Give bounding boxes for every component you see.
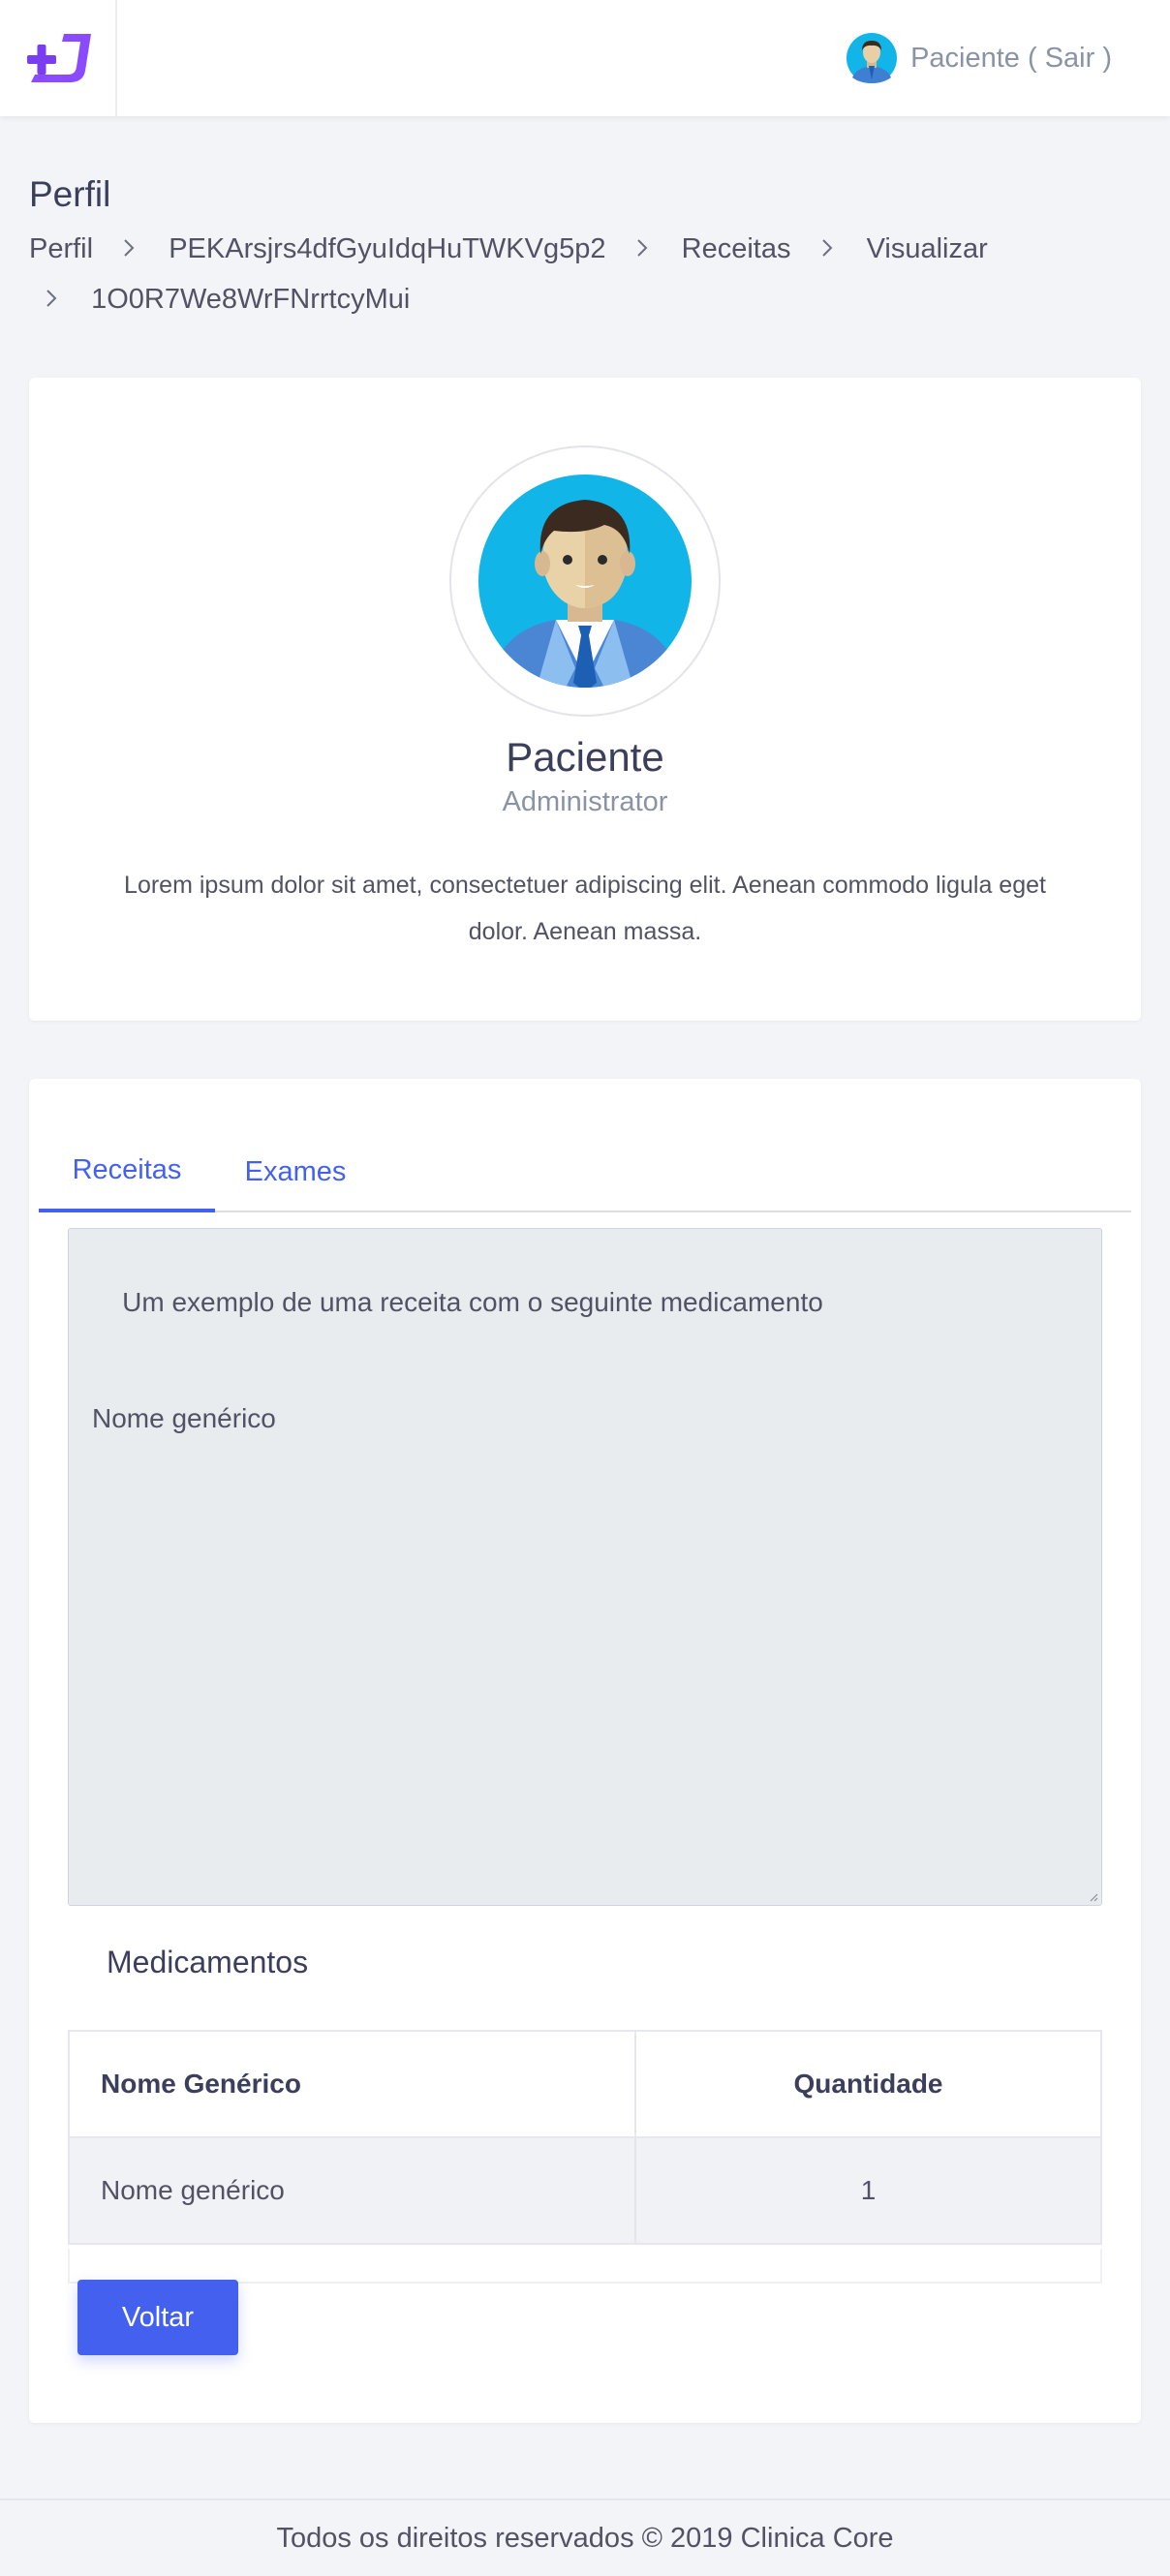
breadcrumb-item-receitas[interactable]: Receitas bbox=[682, 225, 791, 274]
recipe-textarea[interactable]: Um exemplo de uma receita com o seguinte… bbox=[68, 1228, 1102, 1906]
chevron-right-icon bbox=[45, 276, 58, 325]
avatar bbox=[449, 445, 721, 717]
cell-nome: Nome genérico bbox=[68, 2136, 636, 2245]
breadcrumb-item-perfil[interactable]: Perfil bbox=[29, 225, 93, 274]
top-navbar: Paciente ( Sair ) bbox=[0, 0, 1170, 116]
resize-grip-icon[interactable] bbox=[1089, 1892, 1098, 1902]
medications-table: Nome Genérico Quantidade Nome genérico 1 bbox=[68, 2030, 1102, 2245]
footer-text: Todos os direitos reservados © 2019 Clin… bbox=[276, 2522, 894, 2554]
footer: Todos os direitos reservados © 2019 Clin… bbox=[0, 2499, 1170, 2576]
table-footer bbox=[68, 2249, 1102, 2284]
profile-bio: Lorem ipsum dolor sit amet, consectetuer… bbox=[124, 872, 1046, 945]
profile-name: Paciente bbox=[506, 734, 664, 780]
plus-j-logo-icon bbox=[26, 34, 91, 82]
user-menu[interactable]: Paciente ( Sair ) bbox=[847, 31, 1112, 85]
recipe-text: Um exemplo de uma receita com o seguinte… bbox=[92, 1287, 823, 1433]
profile-role: Administrator bbox=[502, 786, 668, 817]
tab-exames[interactable]: Exames bbox=[231, 1131, 360, 1212]
user-logout-link[interactable]: Paciente ( Sair ) bbox=[910, 43, 1112, 75]
doctor-avatar-icon bbox=[478, 475, 692, 688]
chevron-right-icon bbox=[635, 226, 649, 275]
medications-title: Medicamentos bbox=[107, 1945, 309, 1979]
breadcrumb-item-user-id[interactable]: PEKArsjrs4dfGyuIdqHuTWKVg5p2 bbox=[169, 225, 605, 274]
chevron-right-icon bbox=[820, 226, 834, 275]
table-row: Nome genérico 1 bbox=[68, 2136, 1102, 2245]
logo[interactable] bbox=[0, 0, 117, 116]
tab-bar: Receitas Exames bbox=[39, 1131, 1131, 1212]
records-card: Receitas Exames Um exemplo de uma receit… bbox=[29, 1079, 1141, 2423]
column-header-nome: Nome Genérico bbox=[68, 2030, 636, 2138]
table-header-row: Nome Genérico Quantidade bbox=[68, 2030, 1102, 2138]
breadcrumb: Perfil PEKArsjrs4dfGyuIdqHuTWKVg5p2 Rece… bbox=[29, 225, 1094, 325]
user-avatar-icon bbox=[847, 33, 898, 83]
profile-card: Paciente Administrator Lorem ipsum dolor… bbox=[29, 378, 1141, 1021]
breadcrumb-item-recipe-id: 1O0R7We8WrFNrrtcyMui bbox=[91, 283, 411, 315]
cell-quantidade: 1 bbox=[634, 2136, 1102, 2245]
column-header-quantidade: Quantidade bbox=[634, 2030, 1102, 2138]
breadcrumb-item-visualizar[interactable]: Visualizar bbox=[867, 225, 988, 274]
back-button[interactable]: Voltar bbox=[77, 2280, 238, 2355]
page-title: Perfil bbox=[29, 174, 111, 214]
tab-receitas[interactable]: Receitas bbox=[39, 1131, 215, 1212]
chevron-right-icon bbox=[122, 226, 136, 275]
